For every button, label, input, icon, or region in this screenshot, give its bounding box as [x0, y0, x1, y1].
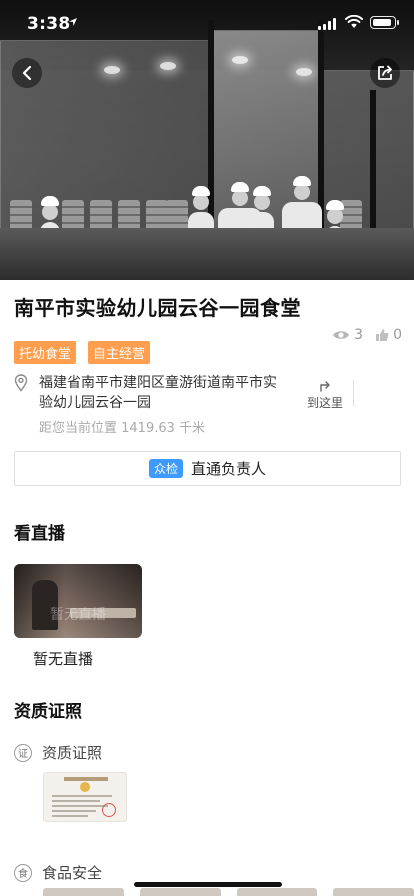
location-pin-icon: [14, 374, 28, 392]
battery-icon: [370, 16, 399, 29]
page-title: 南平市实验幼儿园云谷一园食堂: [14, 296, 301, 320]
back-button[interactable]: [12, 58, 42, 88]
chevron-left-icon: [22, 65, 32, 81]
navigate-here-button[interactable]: 到这里: [305, 378, 345, 411]
share-button[interactable]: [370, 58, 400, 88]
live-stream-thumbnail[interactable]: 暂无直播: [14, 564, 142, 638]
certificate-category-license: 证 资质证照: [14, 742, 102, 763]
food-safety-thumbnail[interactable]: [43, 888, 124, 896]
divider: [353, 380, 354, 406]
tag-list: 托幼食堂 自主经营: [14, 341, 151, 364]
live-overlay-text: 暂无直播: [50, 607, 106, 623]
license-icon: 证: [14, 743, 32, 762]
like-count: 0: [393, 327, 402, 343]
certificate-category-food-safety: 食 食品安全: [14, 862, 102, 883]
view-count: 3: [354, 327, 364, 343]
thumbs-up-icon[interactable]: [375, 328, 389, 342]
status-bar: 3:38: [0, 0, 414, 48]
stats-row: 3 0: [332, 327, 402, 343]
tag-canteen-type: 托幼食堂: [14, 341, 77, 364]
distance-text: 距您当前位置 1419.63 千米: [39, 421, 206, 436]
certificate-section-title: 资质证照: [14, 702, 82, 722]
contact-manager-label: 直通负责人: [191, 460, 267, 478]
certificate-category-label: 资质证照: [42, 744, 103, 762]
eye-icon: [333, 331, 350, 339]
food-safety-thumbnail[interactable]: [333, 888, 414, 896]
food-safety-thumbnails: [43, 888, 414, 896]
home-indicator[interactable]: [134, 882, 282, 887]
food-safety-thumbnail[interactable]: [139, 888, 221, 896]
live-caption: 暂无直播: [32, 650, 93, 668]
address-text: 福建省南平市建阳区童游街道南平市实验幼儿园云谷一园: [39, 375, 277, 411]
inspection-badge: 众检: [148, 459, 183, 478]
contact-manager-button[interactable]: 众检 直通负责人: [14, 451, 401, 486]
location-arrow-icon: [69, 18, 77, 26]
live-section-title: 看直播: [14, 524, 65, 544]
food-safety-thumbnail[interactable]: [236, 888, 318, 896]
cellular-signal-icon: [318, 18, 336, 30]
certificate-thumbnail[interactable]: [43, 772, 127, 822]
turn-right-arrow-icon: [320, 381, 330, 392]
tag-operation-type: 自主经营: [88, 341, 151, 364]
status-time: 3:38: [27, 14, 71, 34]
wifi-icon: [345, 15, 363, 28]
food-safety-icon: 食: [14, 863, 32, 882]
certificate-category-label: 食品安全: [42, 864, 103, 882]
share-icon: [378, 65, 392, 80]
navigate-here-label: 到这里: [306, 396, 343, 410]
